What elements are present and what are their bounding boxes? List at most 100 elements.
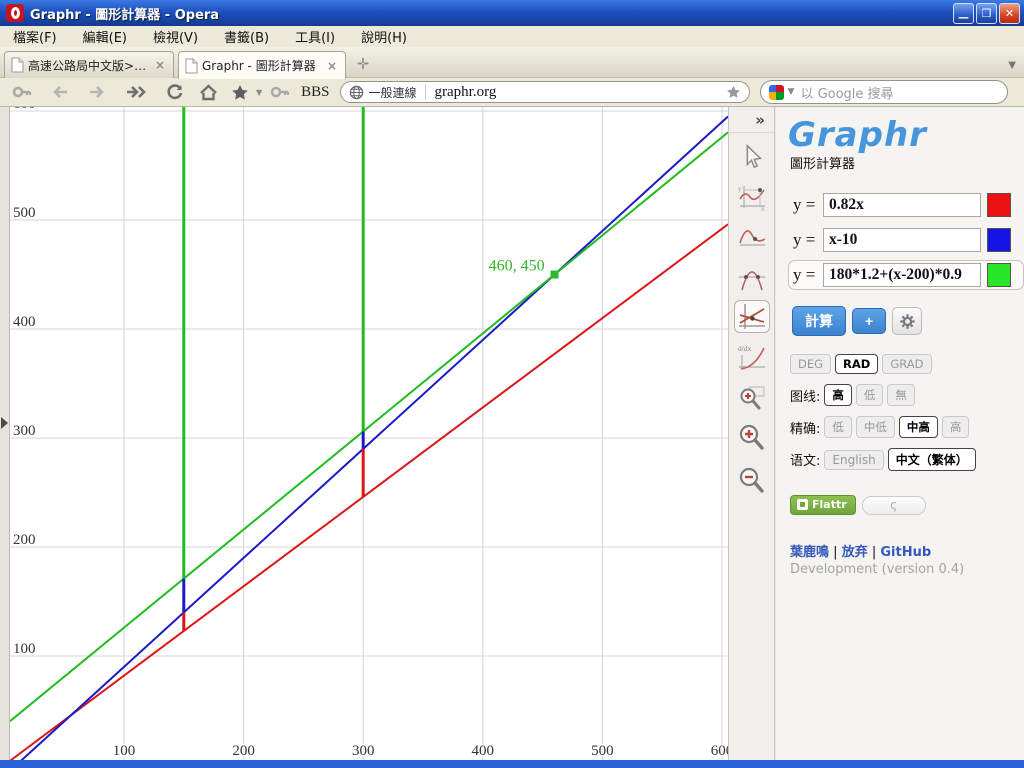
back-icon[interactable]: [51, 85, 69, 99]
menu-file[interactable]: 檔案(F): [0, 26, 70, 47]
link-separator: |: [833, 545, 837, 560]
version-note: Development (version 0.4): [790, 562, 1024, 577]
tab-bar: 高速公路局中文版>便...... × Graphr - 圖形計算器 × ✛ ▼: [0, 47, 1024, 78]
tab-close-icon[interactable]: ×: [325, 59, 339, 73]
url-text[interactable]: graphr.org: [435, 84, 726, 101]
search-engine-caret-icon[interactable]: ▼: [788, 87, 795, 97]
y-axis-label: 500: [13, 205, 36, 221]
pointer-tool-icon[interactable]: [734, 140, 770, 173]
minimize-button[interactable]: —: [953, 3, 974, 24]
precision-medhigh-button[interactable]: 中高: [899, 416, 938, 438]
address-toolbar: ▼ BBS 一般連線 graphr.org ▼ 以 Google 搜尋: [0, 78, 1024, 107]
address-field[interactable]: 一般連線 graphr.org: [340, 81, 750, 103]
menu-bookmarks[interactable]: 書籤(B): [211, 26, 282, 47]
color-swatch-blue[interactable]: [987, 228, 1011, 252]
close-button[interactable]: ✕: [999, 3, 1020, 24]
y-axis-label: 600: [13, 107, 36, 112]
quality-none-button[interactable]: 無: [887, 384, 915, 406]
equation-input-3[interactable]: [823, 263, 981, 287]
curve-0.82x: [10, 224, 728, 760]
color-swatch-green[interactable]: [987, 263, 1011, 287]
menu-tools[interactable]: 工具(I): [282, 26, 348, 47]
globe-icon: [349, 85, 364, 100]
intersection-point-label: 460, 450: [489, 258, 545, 275]
equation-input-1[interactable]: [823, 193, 981, 217]
new-tab-button[interactable]: ✛: [352, 54, 374, 74]
connection-type-label[interactable]: 一般連線: [369, 84, 417, 101]
graph-quality-label: 图线:: [790, 386, 820, 405]
flattr-label: Flattr: [812, 498, 847, 511]
zoom-out-tool-icon[interactable]: [734, 463, 770, 496]
precision-group: 精确: 低 中低 中高 高: [790, 416, 1024, 438]
palette-collapse-button[interactable]: »: [729, 107, 774, 133]
tab-close-icon[interactable]: ×: [153, 58, 167, 72]
graph-plot[interactable]: 100200300400500600100200300400500600460,…: [10, 107, 728, 760]
x-axis-label: 500: [591, 743, 614, 759]
intersection-point-marker[interactable]: [551, 271, 559, 279]
panel-toggle-icon[interactable]: [1, 417, 8, 429]
forward-icon[interactable]: [88, 85, 106, 99]
menu-view[interactable]: 檢視(V): [140, 26, 211, 47]
bookmarks-caret-icon[interactable]: ▼: [256, 88, 262, 97]
roots-tool-icon[interactable]: [734, 260, 770, 293]
angle-mode-group: DEG RAD GRAD: [790, 354, 1024, 374]
zoom-selection-tool-icon[interactable]: [734, 380, 770, 413]
svg-text:d/dx: d/dx: [738, 344, 752, 353]
intersection-tool-icon[interactable]: [734, 300, 770, 333]
home-icon[interactable]: [199, 84, 218, 101]
page-icon: [185, 58, 198, 74]
sidebar: Graphr 圖形計算器 y = y = y = 計算 + DEG RAD GR…: [776, 107, 1024, 760]
x-axis-label: 400: [472, 743, 495, 759]
y-axis-label: 200: [13, 532, 36, 548]
graph-canvas[interactable]: 100200300400500600100200300400500600460,…: [10, 107, 728, 760]
page-icon: [11, 57, 24, 73]
derivative-tool-icon[interactable]: d/dx: [734, 340, 770, 373]
equation-label: y =: [793, 195, 823, 215]
wand-key-icon[interactable]: [12, 85, 32, 99]
reload-icon[interactable]: [166, 83, 184, 101]
quality-high-button[interactable]: 高: [824, 384, 852, 406]
precision-low-button[interactable]: 低: [824, 416, 852, 438]
equation-input-2[interactable]: [823, 228, 981, 252]
search-placeholder: 以 Google 搜尋: [800, 83, 893, 102]
calculate-button[interactable]: 計算: [792, 306, 846, 336]
fast-forward-icon[interactable]: [125, 85, 149, 99]
tab-graphr[interactable]: Graphr - 圖形計算器 ×: [178, 51, 346, 79]
flattr-count-bubble: ς: [862, 496, 926, 515]
language-chinese-button[interactable]: 中文（繁体）: [888, 448, 976, 471]
deg-button[interactable]: DEG: [790, 354, 831, 374]
tab-list-chevron-icon[interactable]: ▼: [1008, 60, 1016, 71]
github-link[interactable]: GitHub: [880, 545, 931, 560]
precision-high-button[interactable]: 高: [942, 416, 970, 438]
panel-edge: [0, 107, 10, 760]
menu-help[interactable]: 說明(H): [348, 26, 420, 47]
language-english-button[interactable]: English: [824, 450, 883, 470]
menu-edit[interactable]: 編輯(E): [70, 26, 140, 47]
tool-palette: » yx d/: [728, 107, 775, 760]
color-swatch-red[interactable]: [987, 193, 1011, 217]
graph-quality-group: 图线: 高 低 無: [790, 384, 1024, 406]
bbs-bookmark[interactable]: BBS: [301, 84, 329, 101]
bookmark-page-star-icon[interactable]: [726, 85, 741, 99]
settings-button[interactable]: [892, 307, 922, 335]
rad-button[interactable]: RAD: [835, 354, 878, 374]
precision-medlow-button[interactable]: 中低: [856, 416, 895, 438]
y-axis-label: 300: [13, 423, 36, 439]
language-label: 语文:: [790, 450, 820, 469]
tab-highway-bureau[interactable]: 高速公路局中文版>便...... ×: [4, 51, 174, 78]
key-icon[interactable]: [270, 85, 290, 99]
google-search-box[interactable]: ▼ 以 Google 搜尋: [760, 80, 1008, 104]
abandon-link[interactable]: 放弃: [842, 545, 868, 560]
author-link[interactable]: 葉鹿鳴: [790, 545, 829, 560]
restore-button[interactable]: ❐: [976, 3, 997, 24]
equation-label: y =: [793, 265, 823, 285]
add-equation-button[interactable]: +: [852, 308, 886, 334]
language-group: 语文: English 中文（繁体）: [790, 448, 1024, 471]
zoom-in-tool-icon[interactable]: [734, 420, 770, 453]
quality-low-button[interactable]: 低: [856, 384, 884, 406]
trace-point-tool-icon[interactable]: yx: [734, 180, 770, 213]
bookmarks-star-icon[interactable]: [231, 84, 249, 101]
extremum-tool-icon[interactable]: [734, 220, 770, 253]
grad-button[interactable]: GRAD: [882, 354, 931, 374]
flattr-button[interactable]: Flattr: [790, 495, 856, 515]
